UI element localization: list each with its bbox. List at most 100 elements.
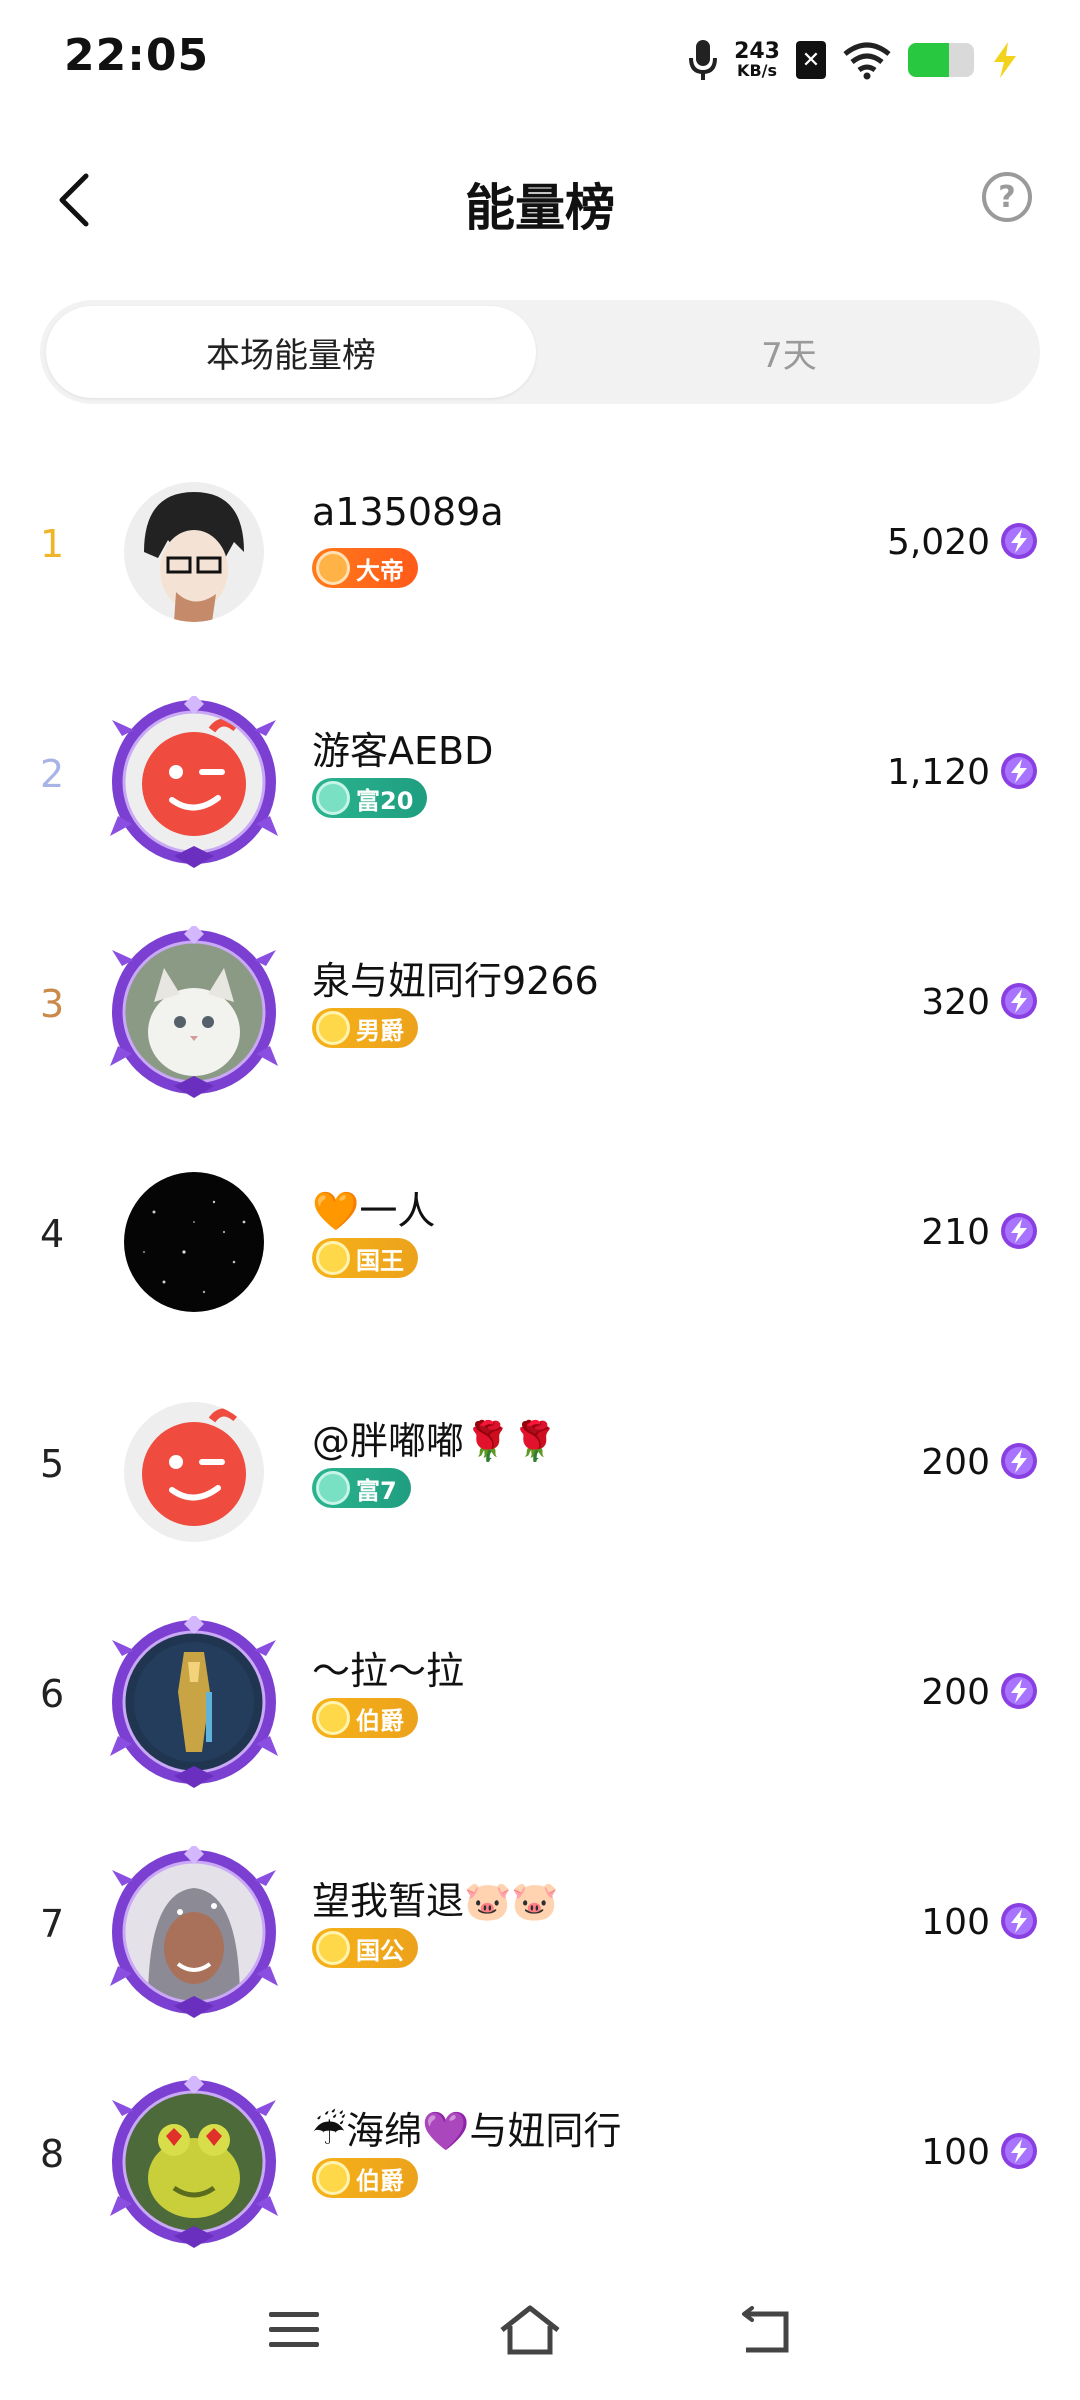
charging-icon [994,42,1016,78]
avatar-image [124,482,264,622]
help-icon[interactable]: ? [982,172,1032,222]
energy-score: 200 [921,1442,990,1483]
energy-score: 100 [921,1902,990,1943]
energy-icon [1000,1672,1038,1710]
ranking-row[interactable]: 3 泉与妞同行9266 男爵 320 [0,890,1080,1120]
badge-label: 国王 [356,1246,404,1275]
energy-score: 100 [921,2132,990,2173]
ranking-row[interactable]: 4 🧡一人国王 210 [0,1120,1080,1350]
energy-icon [1000,522,1038,560]
rank-number: 3 [40,982,65,1026]
sim-icon: ✕ [796,41,826,79]
user-name: 泉与妞同行9266 [312,959,599,1003]
tab-bar: 本场能量榜 7天 [40,300,1040,404]
ranking-row[interactable]: 5 @胖嘟嘟🌹🌹 富7 200 [0,1350,1080,1580]
user-name: ☔海绵💜与妞同行 [312,2109,622,2153]
avatar[interactable] [108,696,280,868]
badge-icon [316,2161,350,2195]
badge-label: 国公 [356,1936,404,1965]
energy-score: 200 [921,1672,990,1713]
home-button[interactable] [490,2290,570,2370]
level-badge: 大帝 [312,548,418,588]
user-name: ～拉～拉 [312,1649,465,1693]
system-nav-bar [0,2260,1080,2400]
badge-label: 伯爵 [356,2166,404,2195]
badge-label: 富7 [356,1476,397,1505]
user-name: 🧡一人 [312,1189,436,1233]
avatar-image [124,1172,264,1312]
level-badge: 伯爵 [312,2158,418,2198]
avatar[interactable] [108,1156,280,1328]
level-badge: 伯爵 [312,1698,418,1738]
energy-icon [1000,1902,1038,1940]
avatar[interactable] [108,466,280,638]
net-speed-value: 243 [734,39,780,64]
microphone-icon [689,40,718,80]
badge-label: 男爵 [356,1016,404,1045]
battery-fill [908,43,949,77]
ranking-row[interactable]: 7 望我暂退🐷🐷 国公 100 [0,1810,1080,2040]
energy-score: 210 [921,1212,990,1253]
badge-icon [316,781,350,815]
avatar[interactable] [108,1386,280,1558]
energy-icon [1000,1212,1038,1250]
net-speed-unit: KB/s [737,61,778,80]
rank-number: 2 [40,752,65,796]
status-icons: 243 KB/s ✕ [688,30,1020,90]
level-badge: 男爵 [312,1008,418,1048]
energy-score: 5,020 [886,522,990,563]
battery-icon [908,43,974,77]
wifi-icon [843,42,891,80]
avatar[interactable] [108,2076,280,2248]
energy-score: 320 [921,982,990,1023]
badge-label: 富20 [356,786,414,815]
ranking-row[interactable]: 1 a135089a 大帝 5,020 [0,430,1080,660]
level-badge: 富7 [312,1468,411,1508]
badge-label: 伯爵 [356,1706,404,1735]
energy-score: 1,120 [886,752,990,793]
energy-icon [1000,2132,1038,2170]
badge-icon [316,1011,350,1045]
header: 能量榜 ? [0,140,1080,260]
avatar[interactable] [108,1846,280,2018]
menu-icon [269,2312,319,2347]
avatar[interactable] [108,926,280,1098]
badge-icon [316,1471,350,1505]
rank-number: 1 [40,522,65,566]
ranking-row[interactable]: 8 ☔海绵💜与妞同行伯爵 100 [0,2040,1080,2270]
badge-icon [316,551,350,585]
user-name: a135089a [312,490,504,534]
status-time: 22:05 [64,30,210,81]
badge-icon [316,1241,350,1275]
menu-button[interactable] [254,2290,334,2370]
ranking-row[interactable]: 6 ～拉～拉伯爵 200 [0,1580,1080,1810]
badge-label: 大帝 [356,556,404,585]
avatar-image [124,1402,264,1542]
avatar[interactable] [108,1616,280,1788]
return-icon [742,2306,789,2353]
user-name: 望我暂退🐷🐷 [312,1879,559,1923]
badge-icon [316,1931,350,1965]
tab-session-energy[interactable]: 本场能量榜 [46,306,536,398]
net-speed: 243 KB/s [734,41,780,79]
home-icon [500,2305,560,2355]
energy-icon [1000,982,1038,1020]
level-badge: 富20 [312,778,428,818]
level-badge: 国公 [312,1928,418,1968]
tab-7-days[interactable]: 7天 [544,306,1034,398]
energy-icon [1000,1442,1038,1480]
rank-number: 8 [40,2132,65,2176]
rank-number: 4 [40,1212,65,1256]
level-badge: 国王 [312,1238,418,1278]
rank-number: 5 [40,1442,65,1486]
page-title: 能量榜 [465,179,615,237]
user-name: 游客AEBD [312,729,494,773]
status-bar: 22:05 243 KB/s ✕ [0,0,1080,120]
ranking-row[interactable]: 2 游客AEBD 富20 1,120 [0,660,1080,890]
energy-icon [1000,752,1038,790]
back-nav-button[interactable] [726,2290,806,2370]
rank-number: 7 [40,1902,65,1946]
rank-number: 6 [40,1672,65,1716]
user-name: @胖嘟嘟🌹🌹 [312,1419,559,1463]
badge-icon [316,1701,350,1735]
